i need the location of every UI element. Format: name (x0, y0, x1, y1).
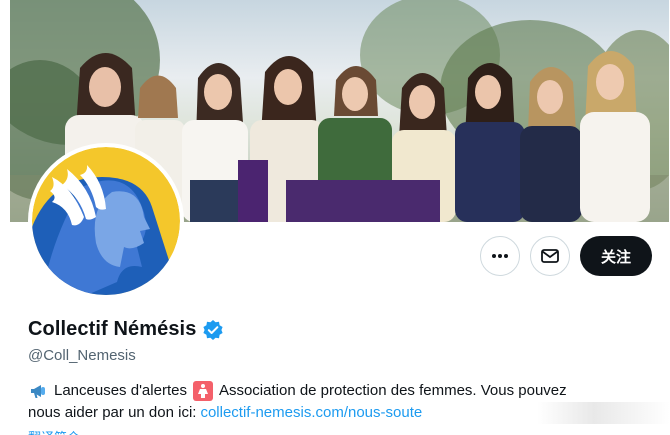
follow-button[interactable]: 关注 (580, 236, 652, 276)
user-handle: @Coll_Nemesis (28, 347, 136, 364)
more-dots-icon (492, 254, 508, 258)
more-button[interactable] (480, 236, 520, 276)
bio-link[interactable]: collectif-nemesis.com/nous-soute (200, 402, 422, 424)
bio-text-2: Association de protection des femmes. Vo… (218, 382, 567, 399)
profile-page: 关注 Collectif Némésis @Coll_Nemesis Lance… (0, 0, 670, 435)
display-name: Collectif Némésis (28, 318, 197, 340)
avatar[interactable] (28, 143, 184, 299)
message-button[interactable] (530, 236, 570, 276)
bio-line-1: Lanceuses d'alertes Association de prote… (28, 380, 648, 402)
bio-text-1: Lanceuses d'alertes (54, 382, 187, 399)
translate-bio-link[interactable]: 翻译简介 (28, 427, 80, 435)
bio-fade-overlay (480, 402, 670, 424)
bio-text-3: nous aider par un don ici: (28, 404, 197, 421)
avatar-logo-icon (32, 147, 180, 295)
womens-sign-icon (192, 381, 213, 401)
profile-actions: 关注 (480, 236, 652, 276)
name-row: Collectif Némésis (28, 318, 224, 341)
envelope-icon (541, 249, 559, 263)
verified-badge-icon[interactable] (202, 319, 224, 341)
megaphone-icon (28, 381, 48, 401)
